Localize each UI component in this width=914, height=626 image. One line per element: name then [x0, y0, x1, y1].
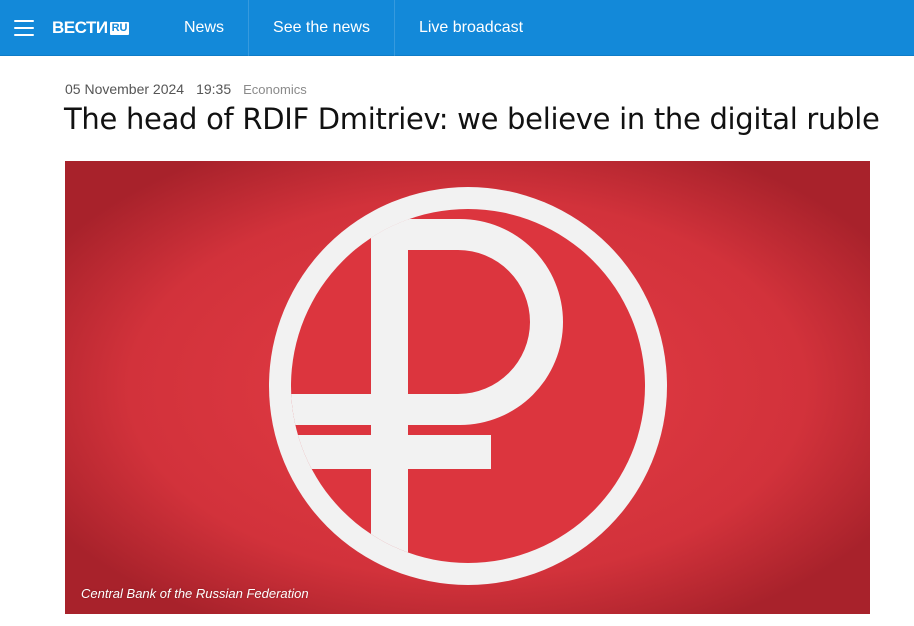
- logo-text: ВЕСТИ: [52, 18, 108, 37]
- nav-item-live-broadcast[interactable]: Live broadcast: [393, 0, 547, 56]
- article-category-link[interactable]: Economics: [243, 82, 307, 97]
- logo-badge: RU: [109, 21, 130, 35]
- article-time: 19:35: [196, 81, 232, 97]
- nav-item-news[interactable]: News: [160, 0, 248, 56]
- article-title: The head of RDIF Dmitriev: we believe in…: [64, 102, 880, 136]
- image-caption: Central Bank of the Russian Federation: [81, 586, 309, 601]
- article-meta: 05 November 2024 19:35 Economics: [65, 80, 307, 98]
- article-image[interactable]: Central Bank of the Russian Federation: [65, 161, 870, 614]
- main-nav: News See the news Live broadcast: [160, 0, 547, 56]
- ruble-sign-icon: [65, 161, 870, 614]
- site-logo[interactable]: ВЕСТИ RU: [52, 18, 130, 37]
- article-date: 05 November 2024: [65, 81, 185, 97]
- nav-item-see-the-news[interactable]: See the news: [248, 0, 394, 56]
- top-navigation-bar: ВЕСТИ RU News See the news Live broadcas…: [0, 0, 914, 56]
- hamburger-menu-icon[interactable]: [14, 20, 34, 36]
